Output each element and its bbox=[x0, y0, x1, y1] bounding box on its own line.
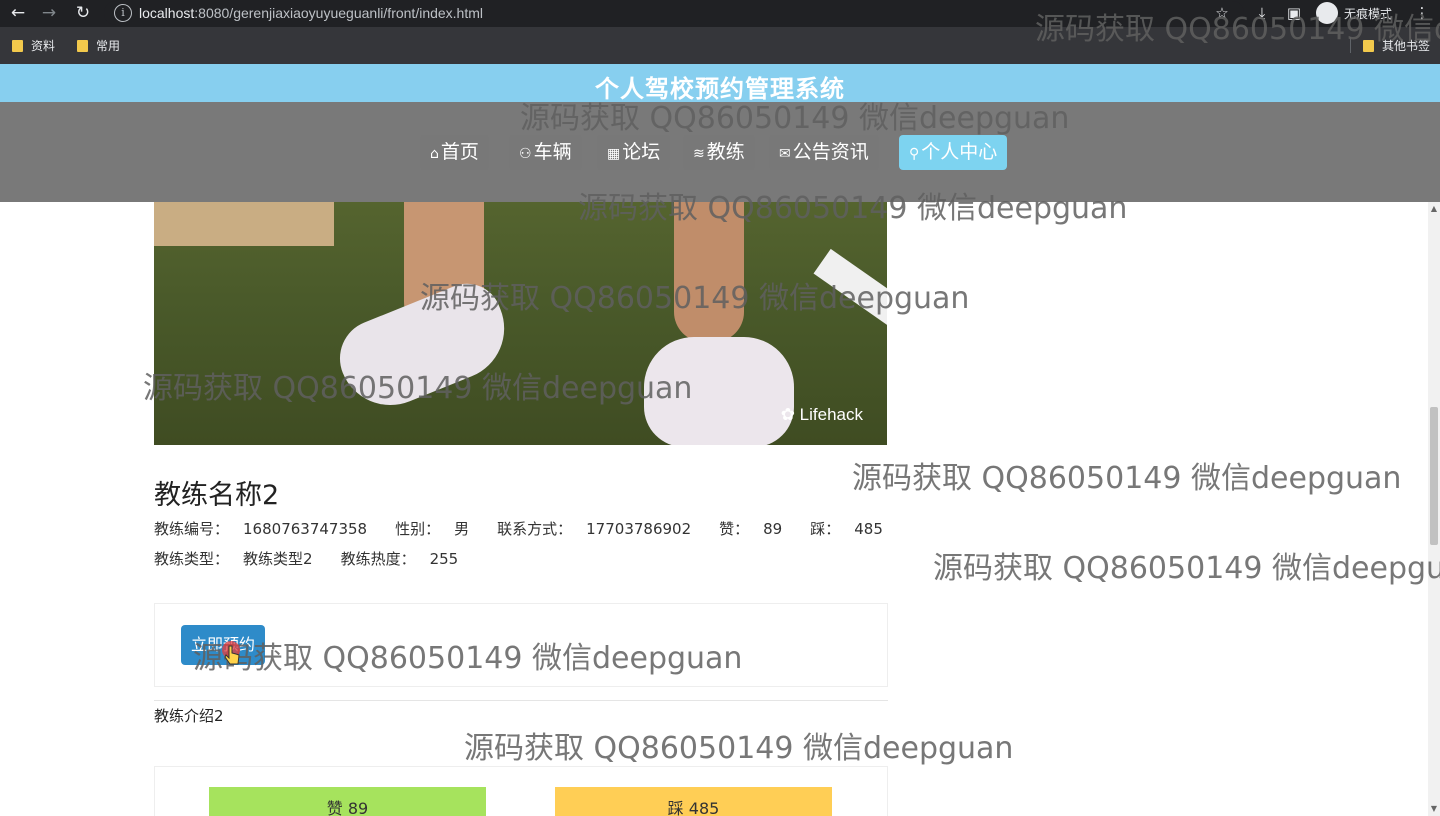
menu-icon[interactable]: ⋮ bbox=[1412, 3, 1432, 23]
photo-pole-shape bbox=[813, 248, 887, 326]
watermark: 源码获取 QQ86050149 微信deepguan bbox=[464, 731, 1014, 766]
photo-leg-shape bbox=[674, 202, 744, 342]
page-scrollbar[interactable]: ▲ ▼ bbox=[1428, 202, 1440, 816]
bookmark-star-icon[interactable]: ☆ bbox=[1212, 3, 1232, 23]
nav-vehicles[interactable]: ⚇ 车辆 bbox=[509, 135, 582, 170]
dislike-button[interactable]: 踩 485 bbox=[555, 787, 832, 816]
sidepanel-icon[interactable]: ▣ bbox=[1284, 3, 1304, 23]
back-icon[interactable]: ← bbox=[7, 2, 29, 24]
folder-icon bbox=[77, 39, 88, 52]
vote-panel: 赞 89 踩 485 bbox=[154, 766, 888, 816]
incognito-icon[interactable] bbox=[1316, 2, 1338, 24]
hand-cursor-icon bbox=[222, 641, 240, 665]
like-button[interactable]: 赞 89 bbox=[209, 787, 486, 816]
home-icon: ⌂ bbox=[430, 146, 439, 162]
download-icon[interactable]: ⤓ bbox=[1252, 3, 1272, 23]
forward-icon[interactable]: → bbox=[38, 2, 60, 24]
coach-gender: 性别：男 bbox=[395, 520, 470, 538]
coach-heat: 教练热度： 255 bbox=[340, 550, 459, 568]
watermark: 源码获取 QQ86050149 微信deepguan bbox=[933, 551, 1440, 586]
wechat-icon: ✿ bbox=[780, 405, 795, 424]
user-icon: ⚲ bbox=[909, 146, 920, 162]
site-title: 个人驾校预约管理系统 bbox=[595, 75, 845, 103]
nav-personal-center[interactable]: ⚲ 个人中心 bbox=[899, 135, 1008, 170]
site-info-icon[interactable]: i bbox=[114, 4, 132, 22]
other-bookmarks[interactable]: 其他书签 bbox=[1363, 37, 1430, 54]
bookmarks-bar: 资料 常用 其他书签 bbox=[0, 27, 1440, 64]
coach-dislikes: 踩： 485 bbox=[810, 520, 883, 538]
coach-name: 教练名称2 bbox=[154, 480, 280, 511]
coach-type: 教练类型： 教练类型2 bbox=[154, 550, 313, 568]
booking-panel: 立即预约 bbox=[154, 603, 888, 687]
photo-brand: ✿ Lifehack bbox=[780, 405, 863, 424]
layers-icon: ≋ bbox=[693, 146, 705, 162]
bookmark-folder-changyong[interactable]: 常用 bbox=[77, 37, 120, 54]
coach-meta-line-2: 教练类型： 教练类型2 教练热度： 255 bbox=[154, 548, 486, 569]
scroll-down-icon[interactable]: ▼ bbox=[1428, 804, 1440, 813]
section-divider bbox=[154, 700, 888, 701]
scroll-thumb[interactable] bbox=[1430, 407, 1438, 545]
bookmark-folder-ziliao[interactable]: 资料 bbox=[12, 37, 55, 54]
forum-icon: ▦ bbox=[607, 146, 621, 162]
reload-icon[interactable]: ↻ bbox=[72, 2, 94, 24]
photo-box-shape bbox=[154, 202, 334, 246]
coach-photo: ✿ Lifehack bbox=[154, 202, 887, 445]
car-icon: ⚇ bbox=[519, 146, 532, 162]
bookmarks-divider bbox=[1350, 37, 1351, 53]
coach-number: 教练编号： 1680763747358 bbox=[154, 520, 368, 538]
address-bar[interactable]: i localhost:8080/gerenjiaxiaoyuyueguanli… bbox=[104, 1, 1244, 25]
browser-toolbar: ← → ↻ i localhost:8080/gerenjiaxiaoyuyue… bbox=[0, 0, 1440, 27]
nav-forum[interactable]: ▦ 论坛 bbox=[597, 135, 671, 170]
photo-shoe-shape bbox=[644, 337, 794, 445]
main-navbar: ⌂ 首页 ⚇ 车辆 ▦ 论坛 ≋ 教练 ✉ 公告资讯 ⚲ 个人中心 bbox=[0, 102, 1440, 202]
coach-likes: 赞： 89 bbox=[719, 520, 783, 538]
scroll-up-icon[interactable]: ▲ bbox=[1428, 204, 1440, 213]
nav-coaches[interactable]: ≋ 教练 bbox=[683, 135, 755, 170]
watermark: 源码获取 QQ86050149 微信deepguan bbox=[852, 461, 1402, 496]
coach-meta-line-1: 教练编号： 1680763747358 性别：男 联系方式： 17703786902 赞：… bbox=[154, 518, 911, 539]
site-header: 个人驾校预约管理系统 bbox=[0, 64, 1440, 103]
mail-icon: ✉ bbox=[779, 146, 791, 162]
folder-icon bbox=[12, 39, 23, 52]
coach-contact: 联系方式： 17703786902 bbox=[497, 520, 692, 538]
url-text[interactable]: localhost:8080/gerenjiaxiaoyuyueguanli/f… bbox=[139, 5, 483, 21]
coach-intro: 教练介绍2 bbox=[154, 707, 224, 725]
folder-icon bbox=[1363, 39, 1374, 52]
nav-home[interactable]: ⌂ 首页 bbox=[420, 135, 489, 170]
nav-news[interactable]: ✉ 公告资讯 bbox=[769, 135, 879, 170]
incognito-label: 无痕模式 bbox=[1344, 7, 1393, 21]
